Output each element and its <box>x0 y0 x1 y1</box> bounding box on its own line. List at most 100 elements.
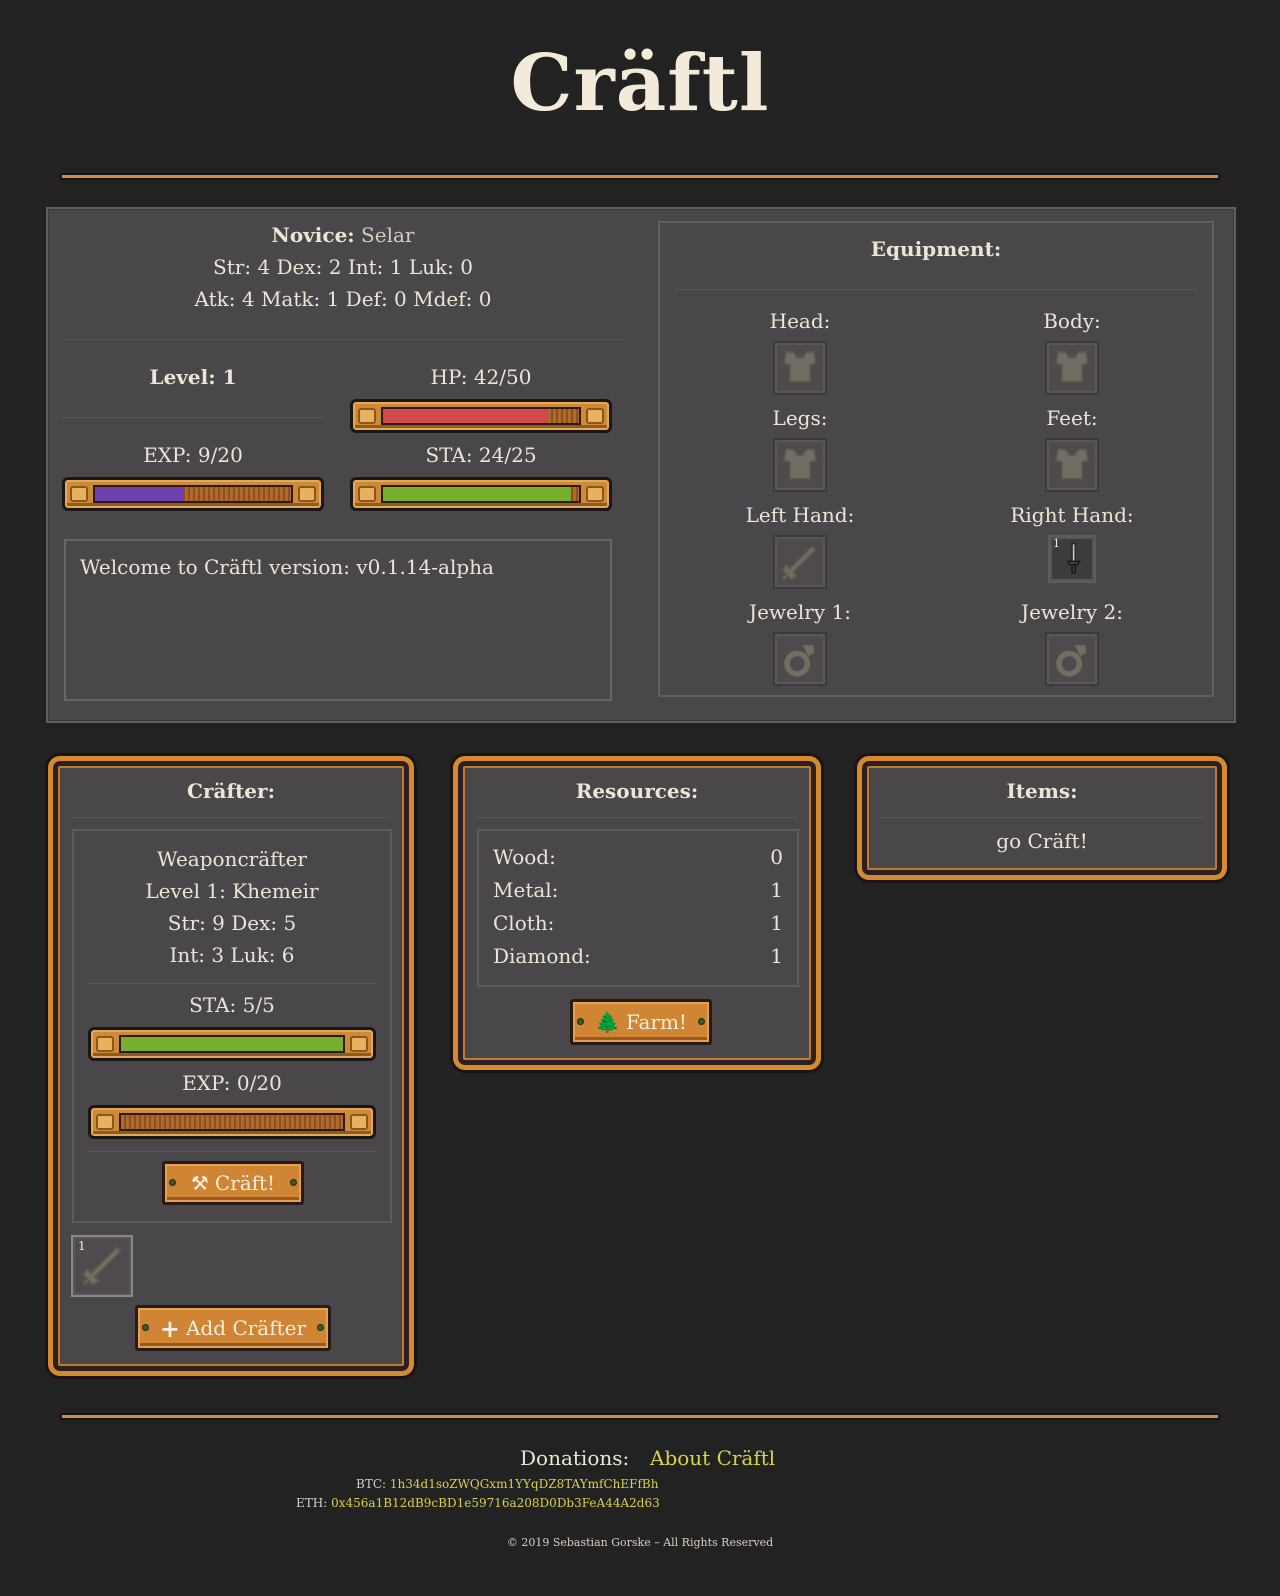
copyright: © 2019 Sebastian Gorske – All Rights Res… <box>506 1536 774 1549</box>
sword-icon <box>781 544 818 581</box>
character-stats: Str: 4 Dex: 2 Int: 1 Luk: 0 <box>213 255 473 279</box>
farm-button-label: Farm! <box>625 1010 687 1034</box>
divider <box>62 417 324 418</box>
donations-label: Donations: <box>520 1446 630 1470</box>
divider <box>71 817 391 818</box>
resource-name: Metal: <box>493 878 559 902</box>
resource-row: Wood: 0 <box>493 845 783 869</box>
equipment-slot[interactable] <box>773 632 827 686</box>
equipment-slot-label: Feet: <box>1046 406 1098 430</box>
hp-bar <box>350 399 612 433</box>
equipment-slot-label: Right Hand: <box>1010 503 1134 527</box>
crafter-sta-label: STA: 5/5 <box>189 993 275 1017</box>
resources-card: Resources: Wood: 0 Metal: 1 Cloth: 1 Diamond: 1… <box>453 756 821 1070</box>
exp-label: EXP: 9/20 <box>143 443 243 467</box>
sta-bar-fill <box>383 487 572 501</box>
add-crafter-button[interactable]: + Add Cräfter <box>135 1305 331 1351</box>
crafter-type: Weaponcräfter <box>157 847 307 871</box>
resource-list: Wood: 0 Metal: 1 Cloth: 1 Diamond: 1 <box>477 829 799 987</box>
equipment-slot[interactable] <box>773 438 827 492</box>
hammer-icon: ⚒ <box>190 1171 209 1195</box>
slot-count: 1 <box>1053 537 1060 550</box>
about-link[interactable]: About Cräftl <box>650 1446 775 1470</box>
craft-button[interactable]: ⚒ Cräft! <box>162 1161 304 1205</box>
armor-icon <box>783 351 817 383</box>
equipment-slot-label: Body: <box>1043 309 1101 333</box>
crafter-inventory-slot[interactable]: 1 <box>71 1235 133 1297</box>
exp-bar-fill <box>95 487 184 501</box>
items-title: Items: <box>1006 779 1078 803</box>
sta-label: STA: 24/25 <box>425 443 537 467</box>
btc-line: BTC: 1h34d1soZWQGxm1YYqDZ8TAYmfChEFfBh <box>356 1477 658 1491</box>
ring-icon <box>1056 645 1086 677</box>
crafter-title: Cräfter: <box>187 779 275 803</box>
header-divider <box>62 175 1218 178</box>
crafter-card: Cräfter: Weaponcräfter Level 1: Khemeir … <box>48 756 414 1376</box>
resource-row: Diamond: 1 <box>493 944 783 968</box>
equipment-slot-label: Legs: <box>772 406 828 430</box>
equipment-slot[interactable] <box>1045 438 1099 492</box>
resource-value: 1 <box>770 944 783 968</box>
equipment-title: Equipment: <box>870 237 1002 261</box>
crafter-stats-1: Str: 9 Dex: 5 <box>167 911 297 935</box>
items-card: Items: go Cräft! <box>857 756 1227 880</box>
equipment-slot-label: Jewelry 2: <box>1021 600 1123 624</box>
go-craft-link[interactable]: go Cräft! <box>862 829 1222 853</box>
slot-count: 1 <box>78 1239 86 1253</box>
eth-line: ETH: 0x456a1B12dB9cBD1e59716a208D0Db3FeA… <box>296 1496 660 1510</box>
armor-icon <box>1055 351 1089 383</box>
footer-divider <box>62 1415 1218 1418</box>
farm-button[interactable]: 🌲 Farm! <box>570 999 712 1045</box>
sta-bar <box>350 477 612 511</box>
resource-name: Diamond: <box>493 944 591 968</box>
crafter-sta-bar <box>88 1027 376 1061</box>
equipment-slot[interactable] <box>1045 341 1099 395</box>
level-label: Level: 1 <box>149 365 237 389</box>
add-crafter-label: Add Cräfter <box>186 1316 307 1340</box>
equipment-slot[interactable]: 1 <box>1048 535 1096 583</box>
resource-value: 0 <box>770 845 783 869</box>
resource-name: Wood: <box>493 845 556 869</box>
crafter-exp-label: EXP: 0/20 <box>182 1071 282 1095</box>
btc-label: BTC: <box>356 1477 387 1491</box>
resource-row: Cloth: 1 <box>493 911 783 935</box>
message-log: Welcome to Cräftl version: v0.1.14-alpha <box>64 539 612 701</box>
character-class: Novice: <box>271 223 355 247</box>
character-combat-stats: Atk: 4 Matk: 1 Def: 0 Mdef: 0 <box>194 287 492 311</box>
crafter-stats-2: Int: 3 Luk: 6 <box>169 943 295 967</box>
armor-icon <box>1055 448 1089 480</box>
equipment-slot-label: Jewelry 1: <box>749 600 851 624</box>
divider <box>674 289 1198 290</box>
app-title: Cräftl <box>510 38 770 129</box>
divider <box>880 817 1204 818</box>
equipment-panel: Equipment: Head: Body: Legs: Feet: Left Hand… <box>658 221 1214 697</box>
resource-value: 1 <box>770 878 783 902</box>
divider <box>476 817 798 818</box>
equipment-slot[interactable] <box>773 341 827 395</box>
tree-icon: 🌲 <box>595 1010 620 1034</box>
character-class-line: Novice: Selar <box>48 223 638 247</box>
equipment-slot-label: Left Hand: <box>745 503 855 527</box>
equipment-slot[interactable] <box>773 535 827 589</box>
character-panel: Novice: Selar Str: 4 Dex: 2 Int: 1 Luk: … <box>46 207 1236 723</box>
exp-bar <box>62 477 324 511</box>
plus-icon: + <box>159 1313 181 1343</box>
crafter-sta-bar-fill <box>121 1037 343 1051</box>
hp-bar-fill <box>383 409 548 423</box>
craft-button-label: Cräft! <box>214 1171 276 1195</box>
divider <box>62 339 624 340</box>
equipment-slot[interactable] <box>1045 632 1099 686</box>
eth-address[interactable]: 0x456a1B12dB9cBD1e59716a208D0Db3FeA44A2d… <box>331 1496 660 1510</box>
resource-row: Metal: 1 <box>493 878 783 902</box>
log-message: Welcome to Cräftl version: v0.1.14-alpha <box>80 555 494 579</box>
divider <box>88 983 376 984</box>
hp-label: HP: 42/50 <box>430 365 532 389</box>
crafter-level: Level 1: Khemeir <box>145 879 319 903</box>
eth-label: ETH: <box>296 1496 328 1510</box>
equipment-slot-label: Head: <box>769 309 831 333</box>
crafter-details: Weaponcräfter Level 1: Khemeir Str: 9 De… <box>72 829 392 1223</box>
armor-icon <box>783 448 817 480</box>
btc-address[interactable]: 1h34d1soZWQGxm1YYqDZ8TAYmfChEFfBh <box>390 1477 659 1491</box>
character-name: Selar <box>361 223 415 247</box>
resource-name: Cloth: <box>493 911 555 935</box>
